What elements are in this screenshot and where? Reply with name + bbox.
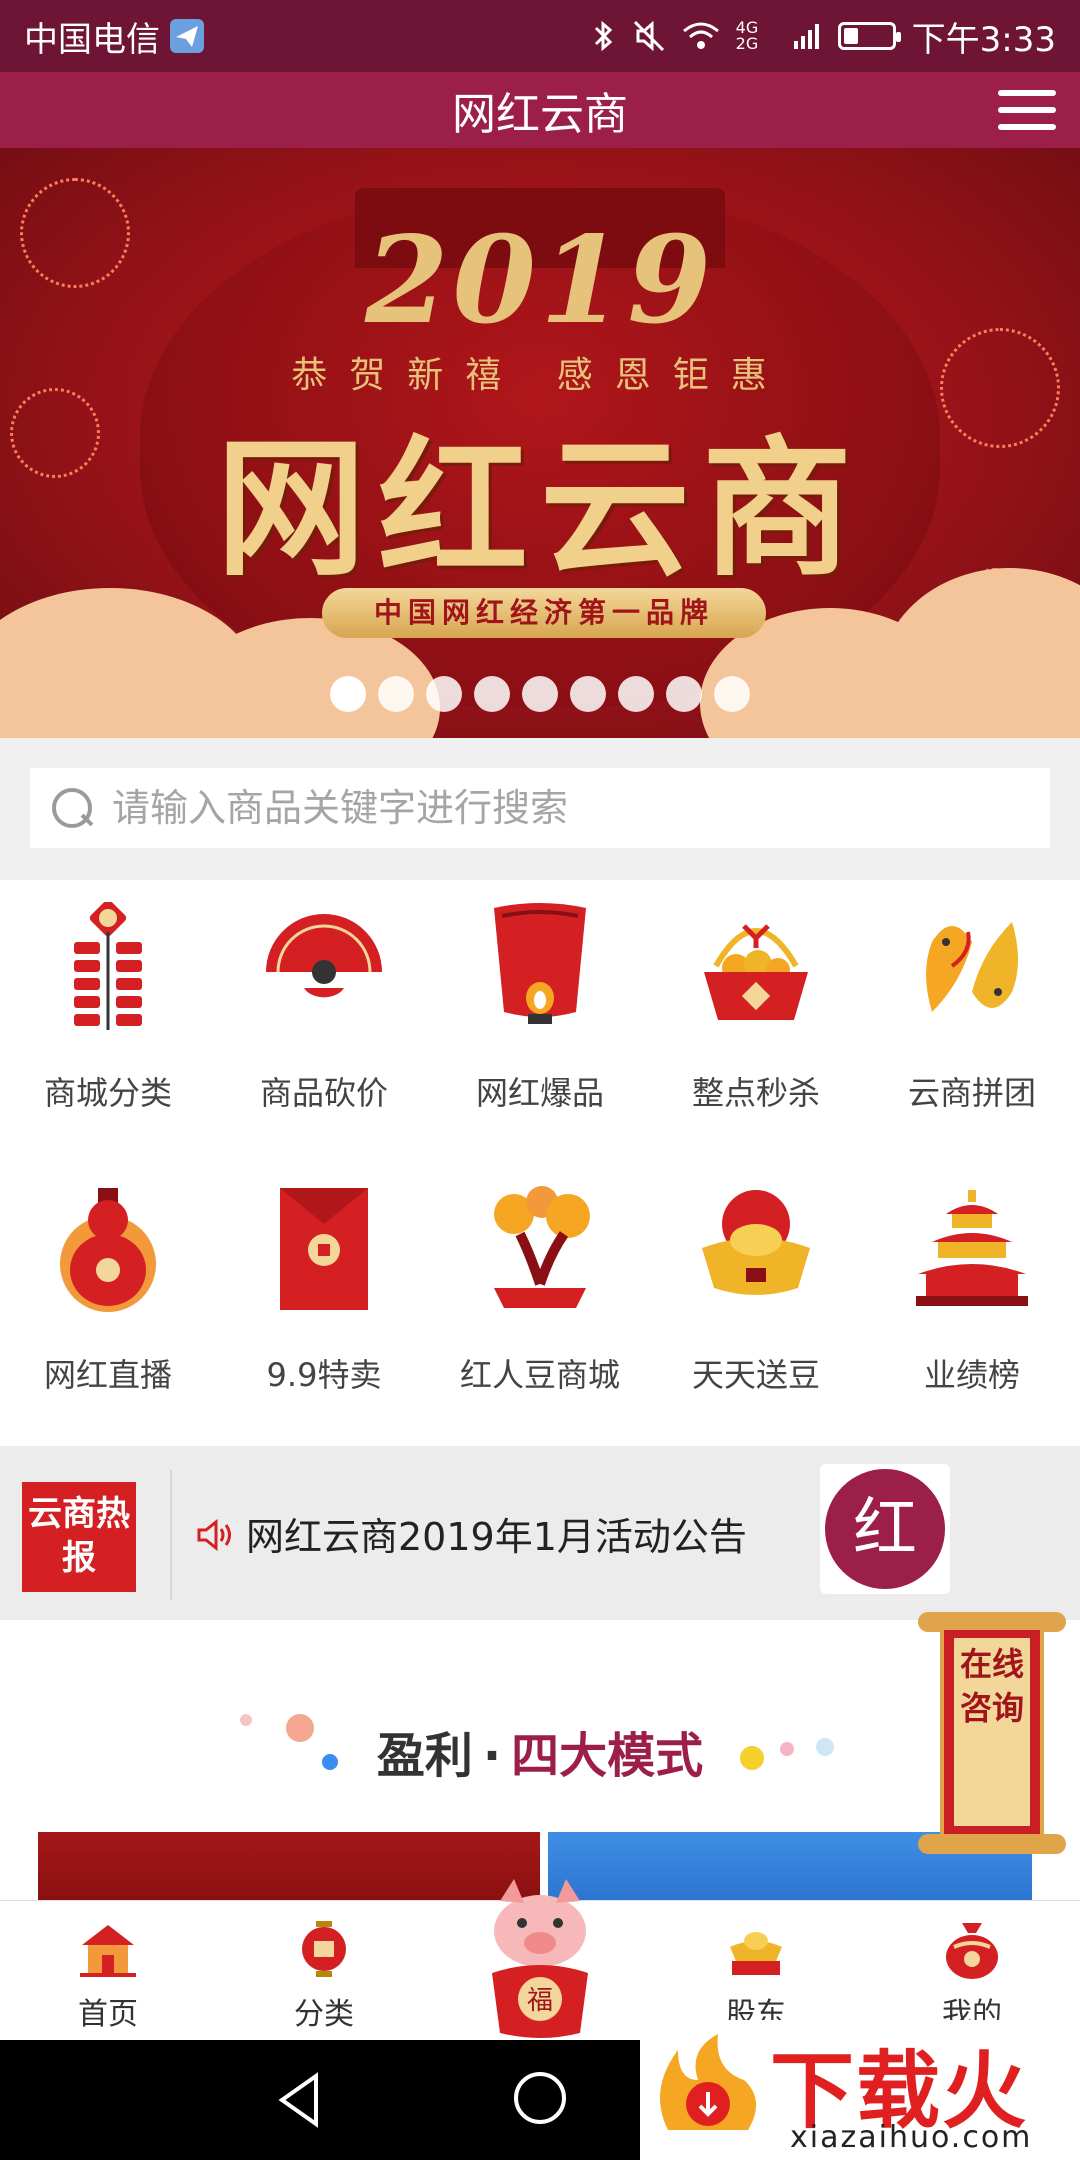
watermark: 下载火 xiazaihuo.com: [640, 2020, 1080, 2160]
page-title: 网红云商: [452, 89, 628, 140]
bottom-nav: 首页 分类 福 股东 我的: [0, 1879, 1080, 2041]
carousel-dot[interactable]: [522, 676, 558, 712]
nav-category-label: 分类: [294, 1997, 354, 2032]
category-grid: 商城分类 商品砍价 网红爆品 整点秒杀 云商拼团网红直播 9.9特卖 红人豆商城 天天送豆 业绩…: [0, 880, 1080, 1446]
mute-icon: [633, 20, 664, 52]
carousel-dot[interactable]: [618, 676, 654, 712]
section-title-sep: ·: [482, 1728, 502, 1784]
status-left: 中国电信: [24, 12, 206, 61]
category-label: 天天送豆: [691, 1356, 820, 1394]
fan-icon: [264, 902, 384, 1032]
category-label: 商品砍价: [259, 1074, 388, 1112]
category-item[interactable]: 云商拼团: [864, 880, 1080, 1150]
search-input[interactable]: [112, 786, 1012, 830]
carousel-dot[interactable]: [426, 676, 462, 712]
search-icon: [50, 786, 94, 830]
carrier-label: 中国电信: [24, 19, 160, 60]
category-label: 网红直播: [43, 1356, 172, 1394]
firecracker-icon: [48, 899, 168, 1032]
category-label: 商城分类: [43, 1074, 172, 1112]
notice-badge: 云商热报: [22, 1482, 136, 1592]
gourd-icon: [48, 1184, 168, 1314]
category-item[interactable]: 整点秒杀: [648, 880, 864, 1150]
red-envelope-icon: [264, 1184, 384, 1314]
category-label: 整点秒杀: [691, 1074, 820, 1112]
category-item[interactable]: 商城分类: [0, 880, 216, 1150]
section-title-a: 盈利: [376, 1728, 473, 1784]
menu-icon[interactable]: [998, 86, 1056, 134]
scroll-rod: [918, 1834, 1066, 1854]
section-title-b: 四大模式: [511, 1728, 704, 1784]
search-section: [0, 738, 1080, 880]
svg-text:福: 福: [527, 1986, 553, 2016]
carousel-dot[interactable]: [666, 676, 702, 712]
lucky-pig-icon[interactable]: 福: [470, 1871, 610, 2041]
search-bar[interactable]: [30, 768, 1050, 848]
decor-bubble: [780, 1742, 794, 1756]
model-card[interactable]: [38, 1832, 540, 1902]
divider: [170, 1470, 172, 1600]
flame-logo-icon: [660, 2034, 757, 2130]
gold-ingot-icon: [696, 1184, 816, 1314]
banner-title: 网红云商: [215, 421, 864, 597]
koi-fish-icon: [912, 902, 1032, 1032]
app-header: 网红云商: [0, 72, 1080, 148]
category-item[interactable]: 网红直播: [0, 1162, 216, 1432]
brand-logo: 红: [820, 1464, 950, 1594]
back-icon[interactable]: [270, 2070, 330, 2130]
category-item[interactable]: 商品砍价: [216, 880, 432, 1150]
send-app-icon: [170, 19, 204, 53]
category-label: 云商拼团: [907, 1074, 1036, 1112]
decor-bubble: [816, 1738, 834, 1756]
status-right: 4G 2G 下午3:33: [592, 12, 1056, 61]
promo-banner[interactable]: 2019 恭贺新禧 感恩钜惠 网红云商 中国网红经济第一品牌: [0, 148, 1080, 738]
speaker-icon: [197, 1518, 231, 1552]
lantern-icon: [302, 1921, 346, 1977]
category-item[interactable]: 红人豆商城: [432, 1162, 648, 1432]
nav-home[interactable]: 首页: [0, 1901, 216, 2041]
lucky-bag-icon: [946, 1923, 998, 1979]
home-button-icon[interactable]: [514, 2072, 566, 2124]
notice-text[interactable]: 网红云商2019年1月活动公告: [246, 1506, 747, 1561]
consult-label: 在线咨询: [954, 1638, 1030, 1826]
signal-icon: [793, 24, 819, 49]
category-label: 9.9特卖: [266, 1356, 382, 1394]
bonsai-tree-icon: [480, 1184, 600, 1314]
bluetooth-icon: [594, 20, 612, 52]
battery-level: [843, 28, 858, 44]
watermark-url: xiazaihuo.com: [790, 2120, 1033, 2155]
carousel-dot[interactable]: [474, 676, 510, 712]
battery-icon: [837, 22, 901, 50]
home-icon: [80, 1925, 136, 1977]
decor-bubble: [740, 1746, 764, 1770]
banner-tagline: 中国网红经济第一品牌: [322, 588, 766, 638]
carousel-indicator: [0, 676, 1080, 712]
notice-bar[interactable]: 云商热报 网红云商2019年1月活动公告 红: [0, 1446, 1080, 1620]
banner-year: 2019: [365, 210, 715, 351]
nav-category[interactable]: 分类: [216, 1901, 432, 2041]
category-item[interactable]: 业绩榜: [864, 1162, 1080, 1432]
carousel-dot[interactable]: [714, 676, 750, 712]
carousel-dot[interactable]: [570, 676, 606, 712]
nav-home-label: 首页: [78, 1997, 138, 2032]
category-label: 红人豆商城: [459, 1356, 620, 1394]
category-label: 网红爆品: [475, 1074, 604, 1112]
temple-icon: [912, 1184, 1032, 1314]
category-item[interactable]: 网红爆品: [432, 880, 648, 1150]
fruit-basket-icon: [696, 902, 816, 1032]
category-item[interactable]: 天天送豆: [648, 1162, 864, 1432]
carousel-dot[interactable]: [330, 676, 366, 712]
brand-logo-char: 红: [825, 1469, 945, 1589]
ingot-icon: [730, 1932, 782, 1975]
clock: 下午3:33: [911, 19, 1056, 60]
sky-lantern-icon: [480, 902, 600, 1032]
carousel-dot[interactable]: [378, 676, 414, 712]
category-label: 业绩榜: [923, 1356, 1020, 1394]
wifi-icon: [682, 22, 719, 49]
category-item[interactable]: 9.9特卖: [216, 1162, 432, 1432]
status-bar: 中国电信 4G 2G 下午3:33: [0, 0, 1080, 72]
network-label: 4G 2G: [735, 18, 759, 53]
online-consult-button[interactable]: 在线咨询: [918, 1612, 1066, 1854]
